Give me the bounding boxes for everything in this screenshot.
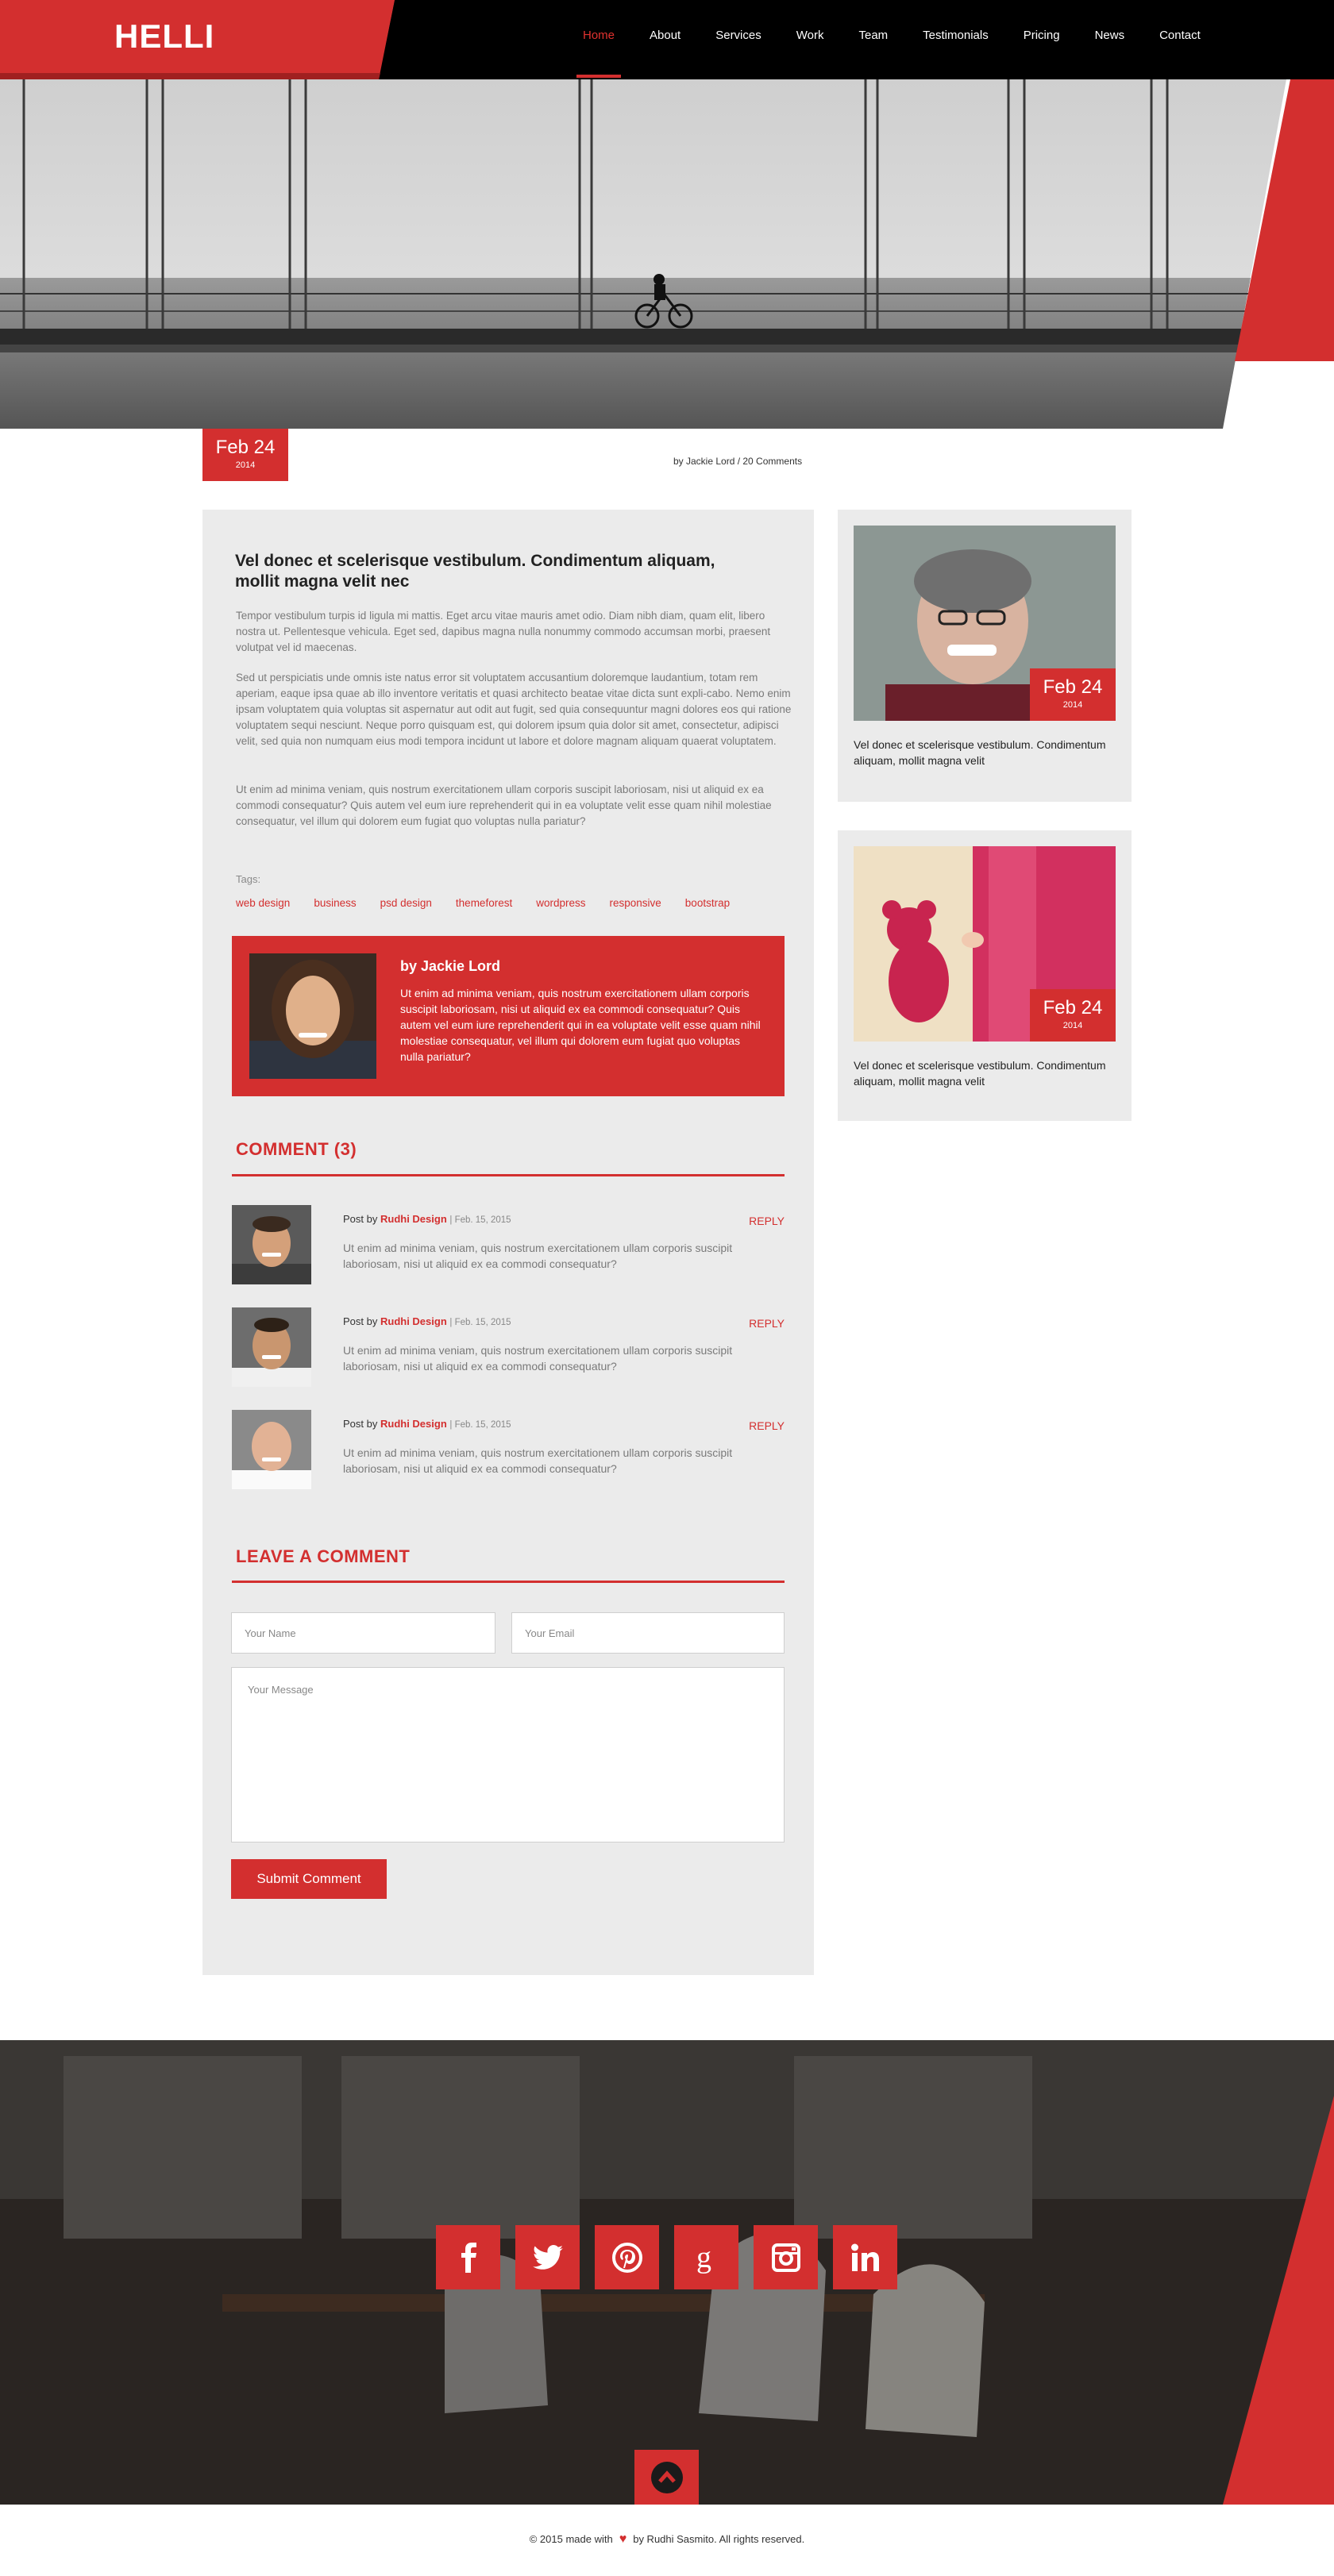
comment-author-link[interactable]: Rudhi Design [380, 1418, 447, 1430]
sidebar-post-card[interactable]: Feb 24 2014 Vel donec et scelerisque ves… [838, 510, 1132, 802]
social-links: g [436, 2225, 897, 2289]
comment-header: Post by Rudhi Design | Feb. 15, 2015 [343, 1315, 511, 1327]
tag-list: web design business psd design themefore… [236, 897, 742, 909]
tags-label: Tags: [236, 873, 261, 885]
sidebar-post-title[interactable]: Vel donec et scelerisque vestibulum. Con… [854, 1057, 1116, 1089]
comments-divider [232, 1174, 785, 1176]
pinterest-icon[interactable] [595, 2225, 659, 2289]
post-date-badge: Feb 24 2014 [202, 429, 288, 481]
nav-news[interactable]: News [1078, 0, 1143, 79]
tag-link[interactable]: themeforest [456, 897, 512, 909]
sidebar-date-day: Feb 24 [1043, 997, 1103, 1018]
comment-item: Post by Rudhi Design | Feb. 15, 2015 Ut … [232, 1205, 785, 1284]
sidebar-date-badge: Feb 24 2014 [1030, 668, 1116, 721]
submit-comment-button[interactable]: Submit Comment [231, 1859, 387, 1899]
nav-pricing[interactable]: Pricing [1006, 0, 1078, 79]
logo-block[interactable]: HELLI [0, 0, 397, 79]
nav-team[interactable]: Team [841, 0, 905, 79]
author-photo [249, 953, 376, 1079]
comment-post-by: Post by [343, 1418, 378, 1430]
sidebar-date-badge: Feb 24 2014 [1030, 989, 1116, 1042]
tag-link[interactable]: business [314, 897, 356, 909]
comment-avatar [232, 1307, 311, 1387]
heart-icon: ♥ [619, 2532, 627, 2546]
author-bio: Ut enim ad minima veniam, quis nostrum e… [400, 987, 761, 1063]
comment-date: | Feb. 15, 2015 [449, 1215, 511, 1225]
facebook-icon[interactable] [436, 2225, 500, 2289]
tag-link[interactable]: responsive [610, 897, 661, 909]
comment-avatar [232, 1205, 311, 1284]
post-paragraph: Tempor vestibulum turpis id ligula mi ma… [236, 610, 771, 653]
post-title: Vel donec et scelerisque vestibulum. Con… [235, 552, 715, 591]
hero-banner [0, 79, 1334, 429]
copyright: © 2015 made with ♥ by Rudhi Sasmito. All r… [0, 2532, 1334, 2547]
reply-button[interactable]: REPLY [749, 1419, 785, 1432]
comment-avatar [232, 1410, 311, 1489]
comment-text: Ut enim ad minima veniam, quis nostrum e… [343, 1344, 733, 1373]
hero-image [0, 79, 1334, 429]
comment-text: Ut enim ad minima veniam, quis nostrum e… [343, 1242, 733, 1270]
email-field[interactable] [511, 1612, 785, 1654]
nav-about[interactable]: About [632, 0, 698, 79]
sidebar-post-card[interactable]: Feb 24 2014 Vel donec et scelerisque ves… [838, 830, 1132, 1121]
post-meta[interactable]: by Jackie Lord / 20 Comments [673, 456, 802, 467]
linkedin-icon[interactable] [833, 2225, 897, 2289]
comment-text: Ut enim ad minima veniam, quis nostrum e… [343, 1446, 733, 1475]
post-paragraph: Ut enim ad minima veniam, quis nostrum e… [236, 784, 772, 827]
nav-home[interactable]: Home [565, 0, 632, 79]
tag-link[interactable]: bootstrap [685, 897, 730, 909]
post-main-column: Vel donec et scelerisque vestibulum. Con… [202, 510, 814, 1975]
sidebar-date-day: Feb 24 [1043, 676, 1103, 698]
sidebar-date-year: 2014 [1062, 700, 1083, 710]
nav-contact[interactable]: Contact [1142, 0, 1218, 79]
reply-button[interactable]: REPLY [749, 1215, 785, 1227]
name-field[interactable] [231, 1612, 495, 1654]
post-paragraph: Sed ut perspiciatis unde omnis iste natu… [236, 672, 792, 747]
tag-link[interactable]: web design [236, 897, 290, 909]
copyright-credit: by Rudhi Sasmito. All rights reserved. [633, 2533, 805, 2545]
comment-post-by: Post by [343, 1213, 378, 1225]
comment-date: | Feb. 15, 2015 [449, 1420, 511, 1430]
comment-author-link[interactable]: Rudhi Design [380, 1315, 447, 1327]
site-header: HELLI Home About Services Work Team Test… [0, 0, 1334, 79]
comment-date: | Feb. 15, 2015 [449, 1318, 511, 1327]
comment-header: Post by Rudhi Design | Feb. 15, 2015 [343, 1418, 511, 1430]
comments-heading: COMMENT (3) [236, 1139, 357, 1159]
main-nav: Home About Services Work Team Testimonia… [565, 0, 1218, 79]
leave-comment-heading: LEAVE A COMMENT [236, 1546, 411, 1566]
sidebar-date-year: 2014 [1062, 1021, 1083, 1030]
author-box: by Jackie Lord Ut enim ad minima veniam,… [232, 936, 785, 1096]
logo-text: HELLI [114, 17, 215, 55]
tag-link[interactable]: psd design [380, 897, 432, 909]
comment-author-link[interactable]: Rudhi Design [380, 1213, 447, 1225]
sidebar-post-image: Feb 24 2014 [854, 846, 1116, 1042]
nav-testimonials[interactable]: Testimonials [905, 0, 1006, 79]
chevron-up-icon [650, 2461, 683, 2493]
nav-work[interactable]: Work [779, 0, 842, 79]
comment-item: Post by Rudhi Design | Feb. 15, 2015 Ut … [232, 1410, 785, 1489]
instagram-icon[interactable] [754, 2225, 818, 2289]
reply-button[interactable]: REPLY [749, 1317, 785, 1330]
author-name: by Jackie Lord [400, 958, 501, 974]
sidebar-post-image: Feb 24 2014 [854, 526, 1116, 721]
scroll-to-top-button[interactable] [634, 2450, 699, 2505]
comment-post-by: Post by [343, 1315, 378, 1327]
sidebar-post-title[interactable]: Vel donec et scelerisque vestibulum. Con… [854, 737, 1116, 768]
google-plus-icon[interactable]: g [674, 2225, 738, 2289]
comment-header: Post by Rudhi Design | Feb. 15, 2015 [343, 1213, 511, 1225]
leave-comment-divider [232, 1581, 785, 1583]
tag-link[interactable]: wordpress [536, 897, 585, 909]
post-date-day: Feb 24 [215, 437, 276, 458]
nav-services[interactable]: Services [698, 0, 779, 79]
svg-text:g: g [696, 2242, 711, 2274]
post-date-year: 2014 [235, 460, 256, 470]
twitter-icon[interactable] [515, 2225, 580, 2289]
copyright-text: © 2015 made with [529, 2533, 613, 2545]
message-field[interactable] [231, 1667, 785, 1842]
comment-item: Post by Rudhi Design | Feb. 15, 2015 Ut … [232, 1307, 785, 1387]
